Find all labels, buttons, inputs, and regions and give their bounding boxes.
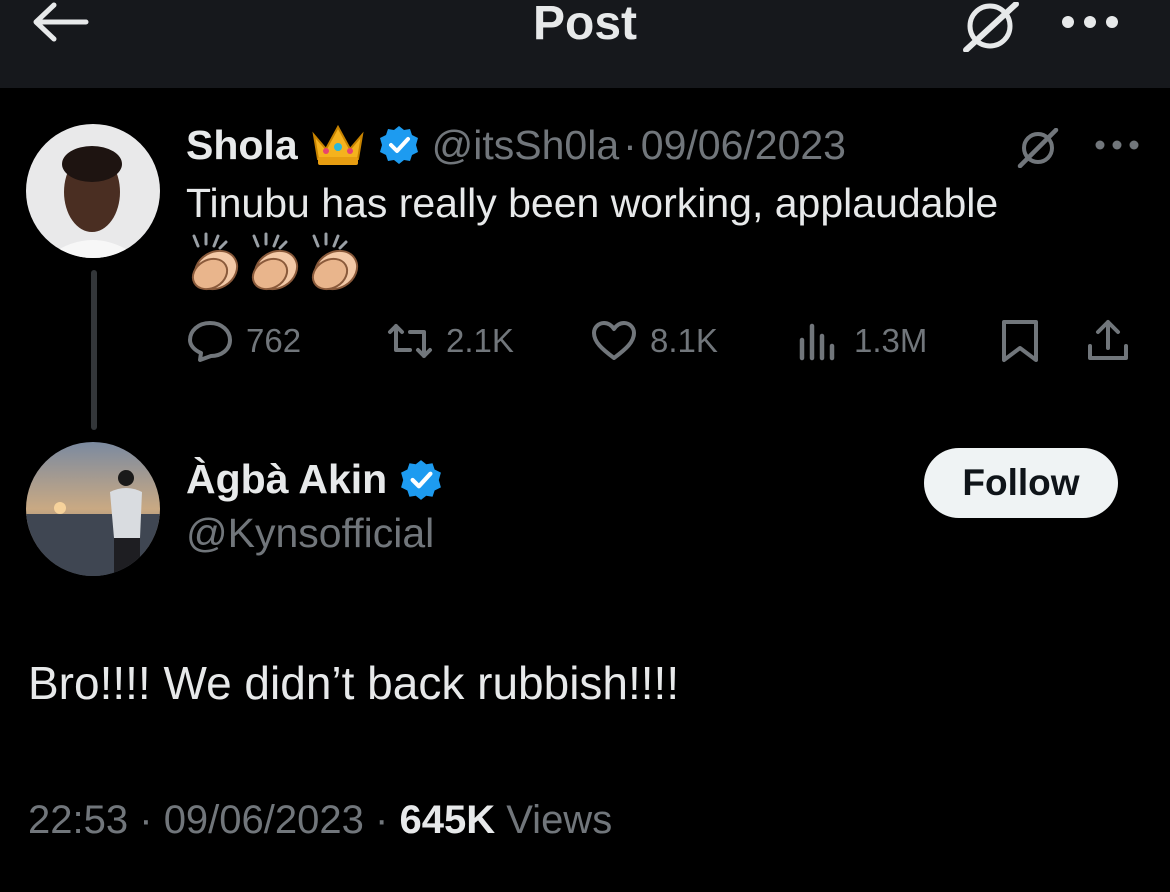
more-horizontal-icon[interactable] bbox=[1060, 10, 1120, 34]
verified-badge-icon bbox=[379, 126, 418, 164]
separator-dot: · bbox=[623, 121, 637, 168]
clapping-hands-icon bbox=[191, 232, 239, 291]
bookmark-button[interactable] bbox=[996, 316, 1044, 366]
heart-icon bbox=[592, 321, 636, 360]
tweet-date[interactable]: 09/06/2023 bbox=[641, 122, 846, 169]
main-tweet-text: Bro!!!! We didn’t back rubbish!!!! bbox=[28, 657, 680, 709]
share-button[interactable] bbox=[1084, 316, 1132, 366]
view-count: 1.3M bbox=[854, 322, 928, 359]
author-handle[interactable]: @Kynsofficial bbox=[186, 510, 434, 557]
crown-icon bbox=[312, 124, 364, 165]
clapping-hands-icon bbox=[311, 232, 359, 291]
grok-icon[interactable] bbox=[1014, 128, 1060, 168]
parent-tweet-text: Tinubu has really been working, applauda… bbox=[186, 180, 999, 226]
tweet-meta: 22:53 · 09/06/2023 · 645K Views bbox=[28, 798, 612, 843]
tweet-time[interactable]: 22:53 bbox=[28, 798, 128, 842]
reply-button[interactable]: 762 bbox=[186, 316, 301, 366]
separator-dot: · bbox=[139, 798, 153, 842]
share-icon bbox=[1088, 320, 1128, 360]
reply-icon bbox=[188, 321, 232, 362]
verified-badge-icon bbox=[401, 459, 442, 500]
action-bar: 762 2.1K 8.1K 1.3M bbox=[186, 316, 1146, 366]
parent-tweet-header: Shola @itsSh0la · 09/06/2023 bbox=[186, 118, 846, 172]
like-count: 8.1K bbox=[650, 322, 718, 359]
repost-count: 2.1K bbox=[446, 322, 514, 359]
views-label: Views bbox=[506, 798, 613, 842]
separator-dot: · bbox=[375, 798, 389, 842]
follow-button[interactable]: Follow bbox=[924, 448, 1118, 518]
bookmark-icon bbox=[1002, 320, 1038, 362]
author-name[interactable]: Shola bbox=[186, 122, 298, 169]
views-button[interactable]: 1.3M bbox=[794, 316, 927, 366]
repost-button[interactable]: 2.1K bbox=[386, 316, 514, 366]
views-count[interactable]: 645K bbox=[399, 798, 495, 842]
emoji-row bbox=[186, 232, 364, 292]
top-bar: Post bbox=[0, 0, 1170, 88]
thread-connector bbox=[91, 270, 97, 430]
repost-icon bbox=[388, 324, 432, 358]
main-author-row: Àgbà Akin bbox=[186, 456, 443, 503]
reply-count: 762 bbox=[246, 322, 302, 359]
more-horizontal-icon[interactable] bbox=[1094, 136, 1140, 154]
avatar[interactable] bbox=[26, 442, 160, 576]
like-button[interactable]: 8.1K bbox=[590, 316, 718, 366]
author-handle[interactable]: @itsSh0la bbox=[432, 122, 619, 169]
clapping-hands-icon bbox=[251, 232, 299, 291]
author-name[interactable]: Àgbà Akin bbox=[186, 456, 387, 503]
grok-icon[interactable] bbox=[958, 2, 1020, 52]
analytics-icon bbox=[799, 323, 835, 361]
tweet-date[interactable]: 09/06/2023 bbox=[164, 798, 364, 842]
avatar[interactable] bbox=[26, 124, 160, 258]
